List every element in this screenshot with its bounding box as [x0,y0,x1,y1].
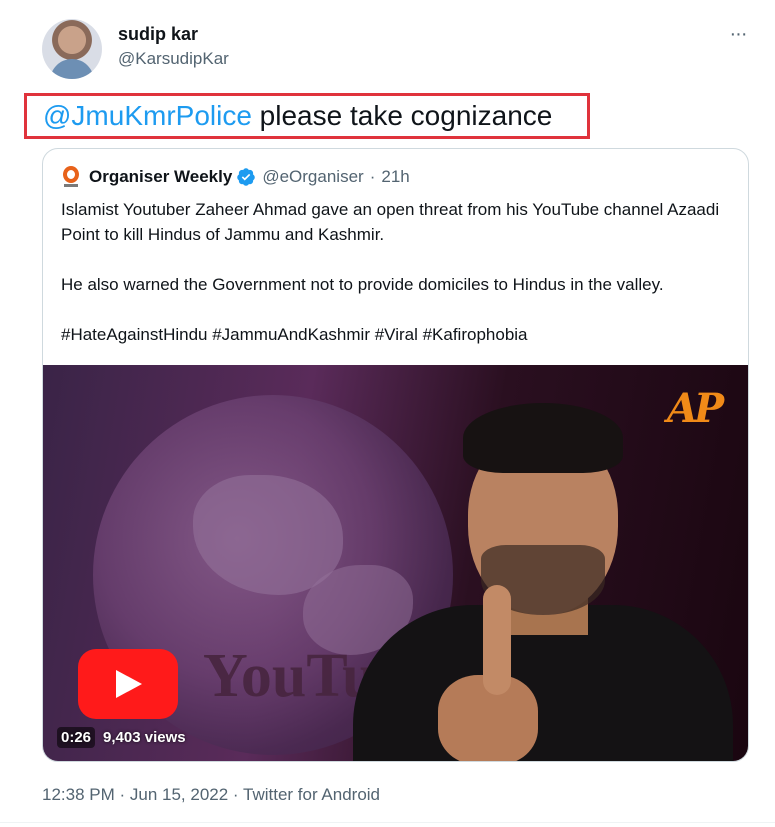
video-person [333,395,748,761]
video-duration: 0:26 [57,726,96,748]
tweet-date[interactable]: Jun 15, 2022 [130,785,228,804]
verified-badge-icon [237,168,256,186]
play-icon[interactable] [78,649,178,719]
tweet-footer: 12:38 PM · Jun 15, 2022 · Twitter for An… [42,785,381,804]
tweet-time[interactable]: 12:38 PM [42,785,115,804]
quote-author-name[interactable]: Organiser Weekly [89,167,232,187]
quote-header: Organiser Weekly @eOrganiser · 21h [61,165,410,189]
author-avatar[interactable] [42,19,102,79]
quote-author-handle[interactable]: @eOrganiser [262,167,363,187]
tweet-text: please take cognizance [251,100,553,131]
quote-time[interactable]: 21h [381,167,409,187]
video-views: 9,403 views [103,728,186,746]
organiser-logo-icon [61,166,81,188]
quote-separator: · [369,167,376,186]
quote-tweet-card[interactable]: Organiser Weekly @eOrganiser · 21h Islam… [42,148,749,762]
quote-paragraph: He also warned the Government not to pro… [61,275,664,294]
author-display-name[interactable]: sudip kar [118,24,198,45]
author-handle[interactable]: @KarsudipKar [118,49,229,69]
mention-link[interactable]: @JmuKmrPolice [43,100,252,131]
more-options-icon[interactable]: ··· [726,24,750,44]
quote-body: Islamist Youtuber Zaheer Ahmad gave an o… [61,197,741,347]
tweet: sudip kar @KarsudipKar ··· @JmuKmrPolice… [0,0,775,827]
divider [0,822,775,823]
quote-paragraph: Islamist Youtuber Zaheer Ahmad gave an o… [61,200,720,244]
video-player[interactable]: YouTub AP 0:26 9,403 views [43,365,748,761]
tweet-text-highlight-box: @JmuKmrPolice please take cognizance [24,93,590,139]
avatar-shirt [50,59,94,79]
quote-hashtags[interactable]: #HateAgainstHindu #JammuAndKashmir #Vira… [61,322,741,347]
video-meta: 0:26 9,403 views [57,723,186,751]
tweet-source[interactable]: Twitter for Android [243,785,380,804]
